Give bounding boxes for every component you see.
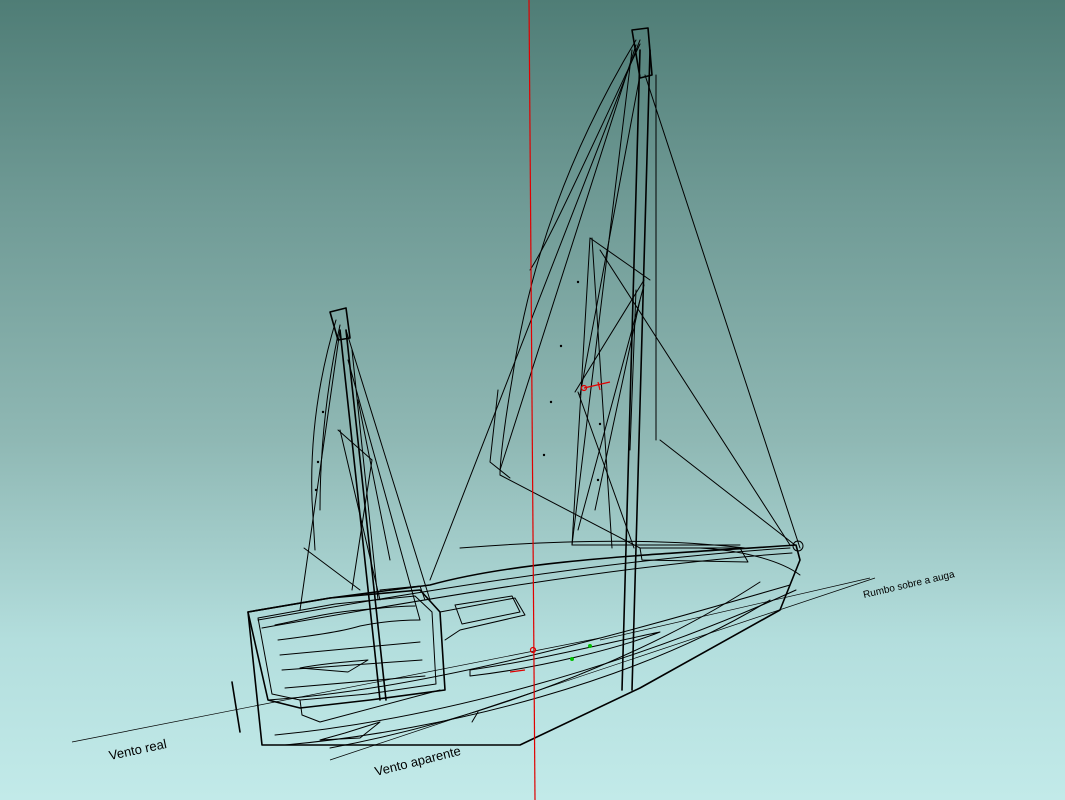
course-label: Rumbo sobre a auga xyxy=(862,569,956,601)
boat-wireframe-drawing: Vento real Vento aparente Rumbo sobre a … xyxy=(71,0,957,800)
3d-viewport[interactable]: Vento real Vento aparente Rumbo sobre a … xyxy=(0,0,1065,800)
apparent-wind-line xyxy=(329,577,876,761)
green-point-marker xyxy=(588,644,592,648)
true-wind-label: Vento real xyxy=(108,736,168,763)
green-point-marker xyxy=(570,657,574,661)
apparent-wind-label: Vento aparente xyxy=(373,743,462,779)
main-sail xyxy=(489,39,791,549)
center-of-resistance-marker xyxy=(529,646,537,654)
construction-points xyxy=(314,280,602,492)
mizzen-sail xyxy=(303,319,421,621)
course-line xyxy=(599,577,871,641)
annotations: Vento real Vento aparente Rumbo sobre a … xyxy=(108,569,957,779)
hull xyxy=(247,540,801,749)
true-wind-arrow-tail xyxy=(231,681,241,733)
vertical-axis-line xyxy=(528,0,536,800)
true-wind-line xyxy=(71,637,601,743)
